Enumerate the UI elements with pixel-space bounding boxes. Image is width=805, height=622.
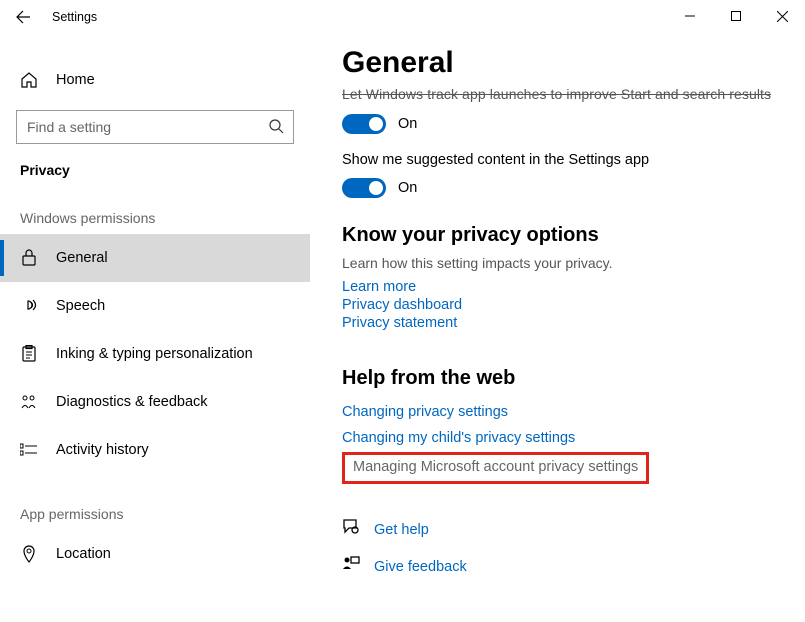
maximize-button[interactable]: [713, 0, 759, 32]
link-privacy-statement[interactable]: Privacy statement: [342, 315, 785, 331]
link-managing-ms-account-privacy[interactable]: Managing Microsoft account privacy setti…: [353, 459, 638, 475]
home-icon: [20, 71, 38, 89]
close-icon: [777, 11, 788, 22]
give-feedback-label: Give feedback: [374, 559, 467, 575]
home-nav[interactable]: Home: [0, 60, 310, 100]
get-help-label: Get help: [374, 522, 429, 538]
section-help-web: Help from the web: [342, 367, 785, 390]
sidebar: Home Privacy Windows permissions General…: [0, 34, 310, 622]
window-title: Settings: [46, 10, 97, 24]
toggle-state: On: [398, 180, 417, 196]
link-privacy-dashboard[interactable]: Privacy dashboard: [342, 297, 785, 313]
nav-item-general[interactable]: General: [0, 234, 310, 282]
highlight-box: Managing Microsoft account privacy setti…: [342, 452, 649, 484]
link-changing-privacy[interactable]: Changing privacy settings: [342, 404, 785, 420]
maximize-icon: [731, 11, 741, 21]
toggle-state: On: [398, 116, 417, 132]
toggle-track-launches[interactable]: [342, 114, 386, 134]
nav-label: Speech: [56, 298, 105, 314]
nav-label: Activity history: [56, 442, 149, 458]
chat-icon: [342, 518, 360, 541]
home-label: Home: [56, 72, 95, 88]
location-icon: [20, 545, 38, 563]
arrow-left-icon: [15, 9, 31, 25]
speech-icon: [20, 297, 38, 315]
nav-label: General: [56, 250, 108, 266]
minimize-icon: [685, 11, 695, 21]
nav-item-diagnostics[interactable]: Diagnostics & feedback: [0, 378, 310, 426]
nav-label: Inking & typing personalization: [56, 346, 253, 362]
nav-label: Diagnostics & feedback: [56, 394, 208, 410]
person-chat-icon: [342, 555, 360, 578]
feedback-icon: [20, 393, 38, 411]
give-feedback-link[interactable]: Give feedback: [342, 555, 785, 578]
toggle-suggested-content[interactable]: [342, 178, 386, 198]
nav-item-activity-history[interactable]: Activity history: [0, 426, 310, 474]
section-privacy-desc: Learn how this setting impacts your priv…: [342, 255, 785, 271]
back-button[interactable]: [0, 0, 46, 34]
nav-item-location[interactable]: Location: [0, 530, 310, 578]
truncated-setting-label: Let Windows track app launches to improv…: [342, 86, 785, 102]
link-learn-more[interactable]: Learn more: [342, 279, 785, 295]
clipboard-icon: [20, 345, 38, 363]
title-bar: Settings: [0, 0, 805, 34]
history-bars-icon: [20, 441, 38, 459]
nav-group-header-windows-permissions: Windows permissions: [0, 178, 310, 234]
section-privacy-options: Know your privacy options: [342, 224, 785, 247]
nav-item-inking[interactable]: Inking & typing personalization: [0, 330, 310, 378]
close-button[interactable]: [759, 0, 805, 32]
page-title: General: [342, 46, 785, 80]
lock-icon: [20, 249, 38, 267]
setting-label-suggested-content: Show me suggested content in the Setting…: [342, 152, 785, 168]
search-icon: [268, 118, 284, 139]
get-help-link[interactable]: Get help: [342, 518, 785, 541]
nav-group-header-app-permissions: App permissions: [0, 474, 310, 530]
current-section-label: Privacy: [0, 144, 310, 178]
search-input[interactable]: [16, 110, 294, 144]
nav-label: Location: [56, 546, 111, 562]
minimize-button[interactable]: [667, 0, 713, 32]
link-child-privacy[interactable]: Changing my child's privacy settings: [342, 430, 785, 446]
main-content: General Let Windows track app launches t…: [310, 34, 805, 622]
nav-item-speech[interactable]: Speech: [0, 282, 310, 330]
